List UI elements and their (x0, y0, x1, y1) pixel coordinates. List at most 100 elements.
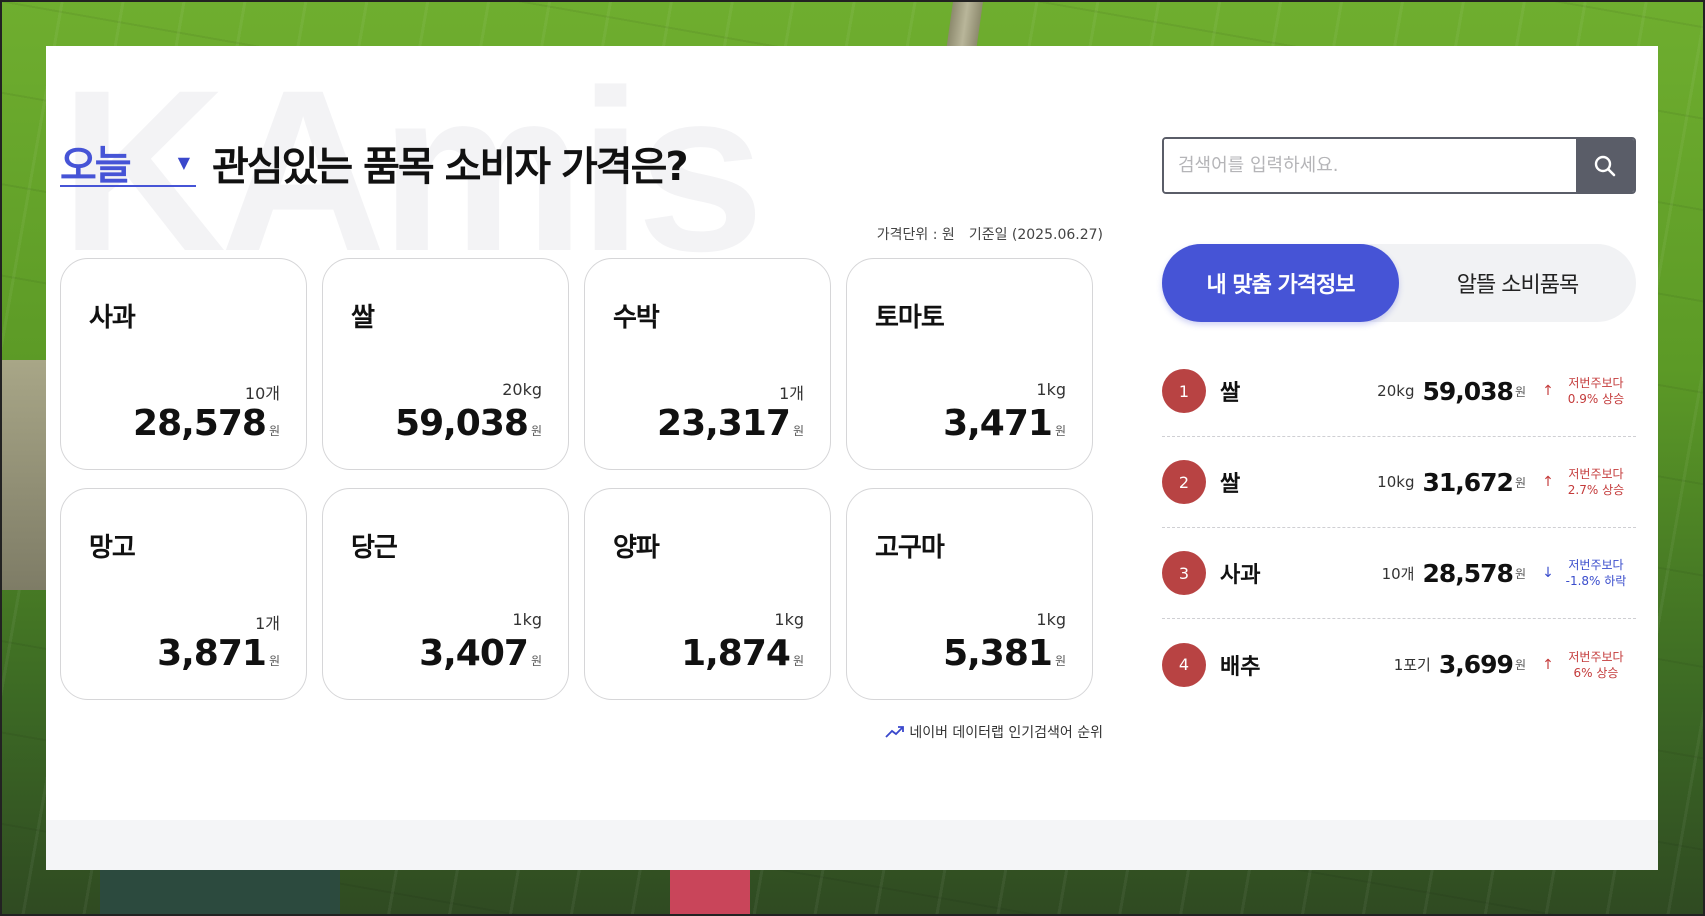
card-item-name: 양파 (613, 533, 660, 563)
rank-change-value: -1.8% 하락 (1565, 574, 1627, 588)
rank-change-value: 2.7% 상승 (1567, 483, 1625, 497)
card-item-price: 3,871 (157, 633, 267, 674)
period-select[interactable]: 오늘 ▼ (60, 139, 196, 189)
rank-change-value: 0.9% 상승 (1567, 392, 1625, 406)
rank-price-group: 20kg 59,038 원 ↑ 저번주보다 0.9% 상승 (1377, 375, 1636, 407)
card-item-price: 5,381 (943, 633, 1053, 674)
card-item-price: 59,038 (395, 403, 529, 444)
card-item-name: 고구마 (875, 533, 945, 563)
card-item-unit: 20kg (502, 380, 542, 399)
card-item-price: 3,471 (943, 403, 1053, 444)
rank-price-group: 10kg 31,672 원 ↑ 저번주보다 2.7% 상승 (1377, 466, 1636, 498)
rank-badge: 4 (1162, 642, 1206, 687)
rank-currency: 원 (1514, 475, 1526, 490)
price-info-tabs: 내 맞춤 가격정보 알뜰 소비품목 (1162, 244, 1636, 322)
base-date-label: 기준일 (2025.06.27) (968, 227, 1103, 243)
card-currency: 원 (268, 654, 280, 668)
card-price-row: 3,871 원 (157, 633, 280, 674)
card-price-row: 59,038 원 (395, 403, 542, 444)
headline-title: 관심있는 품목 소비자 가격은? (212, 144, 689, 190)
ranking-item[interactable]: 2 쌀 10kg 31,672 원 ↑ 저번주보다 2.7% 상승 (1162, 437, 1636, 528)
card-item-name: 사과 (89, 303, 136, 333)
card-currency: 원 (1054, 654, 1066, 668)
search-bar (1162, 137, 1636, 194)
tab-my-price-info[interactable]: 내 맞춤 가격정보 (1162, 244, 1399, 322)
tab-budget-items[interactable]: 알뜰 소비품목 (1399, 244, 1636, 322)
price-meta: 가격단위 : 원 기준일 (2025.06.27) (877, 224, 1103, 244)
card-item-unit: 1kg (512, 610, 542, 629)
price-card[interactable]: 토마토 1kg 3,471 원 (846, 258, 1093, 470)
card-currency: 원 (792, 424, 804, 438)
card-item-unit: 1kg (774, 610, 804, 629)
background-field-strip (0, 360, 46, 590)
rank-currency: 원 (1514, 658, 1526, 672)
rank-item-name: 쌀 (1220, 381, 1241, 406)
rank-item-name: 배추 (1220, 654, 1261, 680)
trending-up-icon (885, 726, 905, 738)
card-item-price: 1,874 (681, 633, 791, 674)
card-item-name: 쌀 (351, 303, 375, 333)
rank-change: 저번주보다 -1.8% 하락 (1556, 557, 1636, 589)
rank-currency: 원 (1514, 384, 1526, 399)
search-button[interactable] (1576, 139, 1634, 192)
arrow-up-icon: ↑ (1542, 383, 1554, 399)
price-card[interactable]: 당근 1kg 3,407 원 (322, 488, 569, 700)
card-item-unit: 1개 (255, 614, 280, 633)
ranking-item[interactable]: 1 쌀 20kg 59,038 원 ↑ 저번주보다 0.9% 상승 (1162, 346, 1636, 437)
price-panel: KAmis 오늘 ▼ 관심있는 품목 소비자 가격은? 가격단위 : 원 기준일… (46, 46, 1658, 870)
ranking-item[interactable]: 4 배추 1포기 3,699 원 ↑ 저번주보다 6% 상승 (1162, 619, 1636, 710)
rank-badge: 2 (1162, 460, 1206, 504)
period-select-value: 오늘 (60, 143, 132, 189)
card-currency: 원 (792, 654, 804, 668)
caret-down-icon: ▼ (177, 152, 190, 172)
rank-price-group: 10개 28,578 원 ↓ 저번주보다 -1.8% 하락 (1382, 557, 1636, 589)
rank-item-unit: 10개 (1381, 564, 1415, 583)
card-currency: 원 (530, 654, 542, 668)
price-card[interactable]: 사과 10개 28,578 원 (60, 258, 307, 470)
rank-change-label: 저번주보다 (1568, 649, 1624, 664)
search-input[interactable] (1164, 139, 1576, 192)
rank-item-unit: 1포기 (1393, 656, 1431, 674)
rank-change: 저번주보다 2.7% 상승 (1556, 466, 1636, 498)
background-roof (670, 870, 750, 916)
rank-item-unit: 20kg (1377, 382, 1415, 400)
arrow-down-icon: ↓ (1542, 565, 1554, 581)
arrow-up-icon: ↑ (1542, 474, 1554, 490)
price-card[interactable]: 양파 1kg 1,874 원 (584, 488, 831, 700)
ranking-list: 1 쌀 20kg 59,038 원 ↑ 저번주보다 0.9% 상승 2 쌀 10kg 31,672 원 ↑… (1162, 346, 1636, 710)
rank-item-name: 쌀 (1220, 472, 1241, 497)
card-item-unit: 1개 (779, 384, 804, 403)
card-item-price: 28,578 (133, 403, 267, 444)
card-currency: 원 (268, 424, 280, 438)
card-item-name: 토마토 (875, 303, 945, 333)
card-item-unit: 1kg (1036, 380, 1066, 399)
rank-change-value: 6% 상승 (1573, 665, 1619, 680)
card-price-row: 3,407 원 (419, 633, 542, 674)
card-price-row: 28,578 원 (133, 403, 280, 444)
rank-change: 저번주보다 6% 상승 (1556, 649, 1636, 681)
rank-change: 저번주보다 0.9% 상승 (1556, 375, 1636, 407)
card-item-unit: 10개 (244, 384, 280, 403)
rank-item-name: 사과 (1220, 563, 1261, 588)
card-item-price: 3,407 (419, 633, 529, 674)
ranking-item[interactable]: 3 사과 10개 28,578 원 ↓ 저번주보다 -1.8% 하락 (1162, 528, 1636, 619)
price-card-grid: 사과 10개 28,578 원 쌀 20kg 59,038 원 수박 1개 23,317 원 토마토 1k… (60, 258, 1093, 700)
card-item-name: 수박 (613, 303, 660, 333)
card-item-name: 당근 (351, 533, 398, 563)
price-card[interactable]: 망고 1개 3,871 원 (60, 488, 307, 700)
rank-item-unit: 10kg (1377, 473, 1415, 491)
card-price-row: 5,381 원 (943, 633, 1066, 674)
price-card[interactable]: 수박 1개 23,317 원 (584, 258, 831, 470)
naver-datalab-link[interactable]: 네이버 데이터랩 인기검색어 순위 (885, 722, 1103, 742)
background-pond (100, 870, 340, 916)
search-icon (1594, 155, 1616, 176)
price-card[interactable]: 고구마 1kg 5,381 원 (846, 488, 1093, 700)
arrow-up-icon: ↑ (1542, 656, 1554, 673)
card-price-row: 3,471 원 (943, 403, 1066, 444)
price-unit-label: 가격단위 : 원 (876, 227, 955, 243)
price-card[interactable]: 쌀 20kg 59,038 원 (322, 258, 569, 470)
rank-change-label: 저번주보다 (1568, 467, 1624, 481)
rank-change-label: 저번주보다 (1568, 558, 1624, 572)
rank-change-label: 저번주보다 (1568, 376, 1624, 390)
card-item-unit: 1kg (1036, 610, 1066, 629)
